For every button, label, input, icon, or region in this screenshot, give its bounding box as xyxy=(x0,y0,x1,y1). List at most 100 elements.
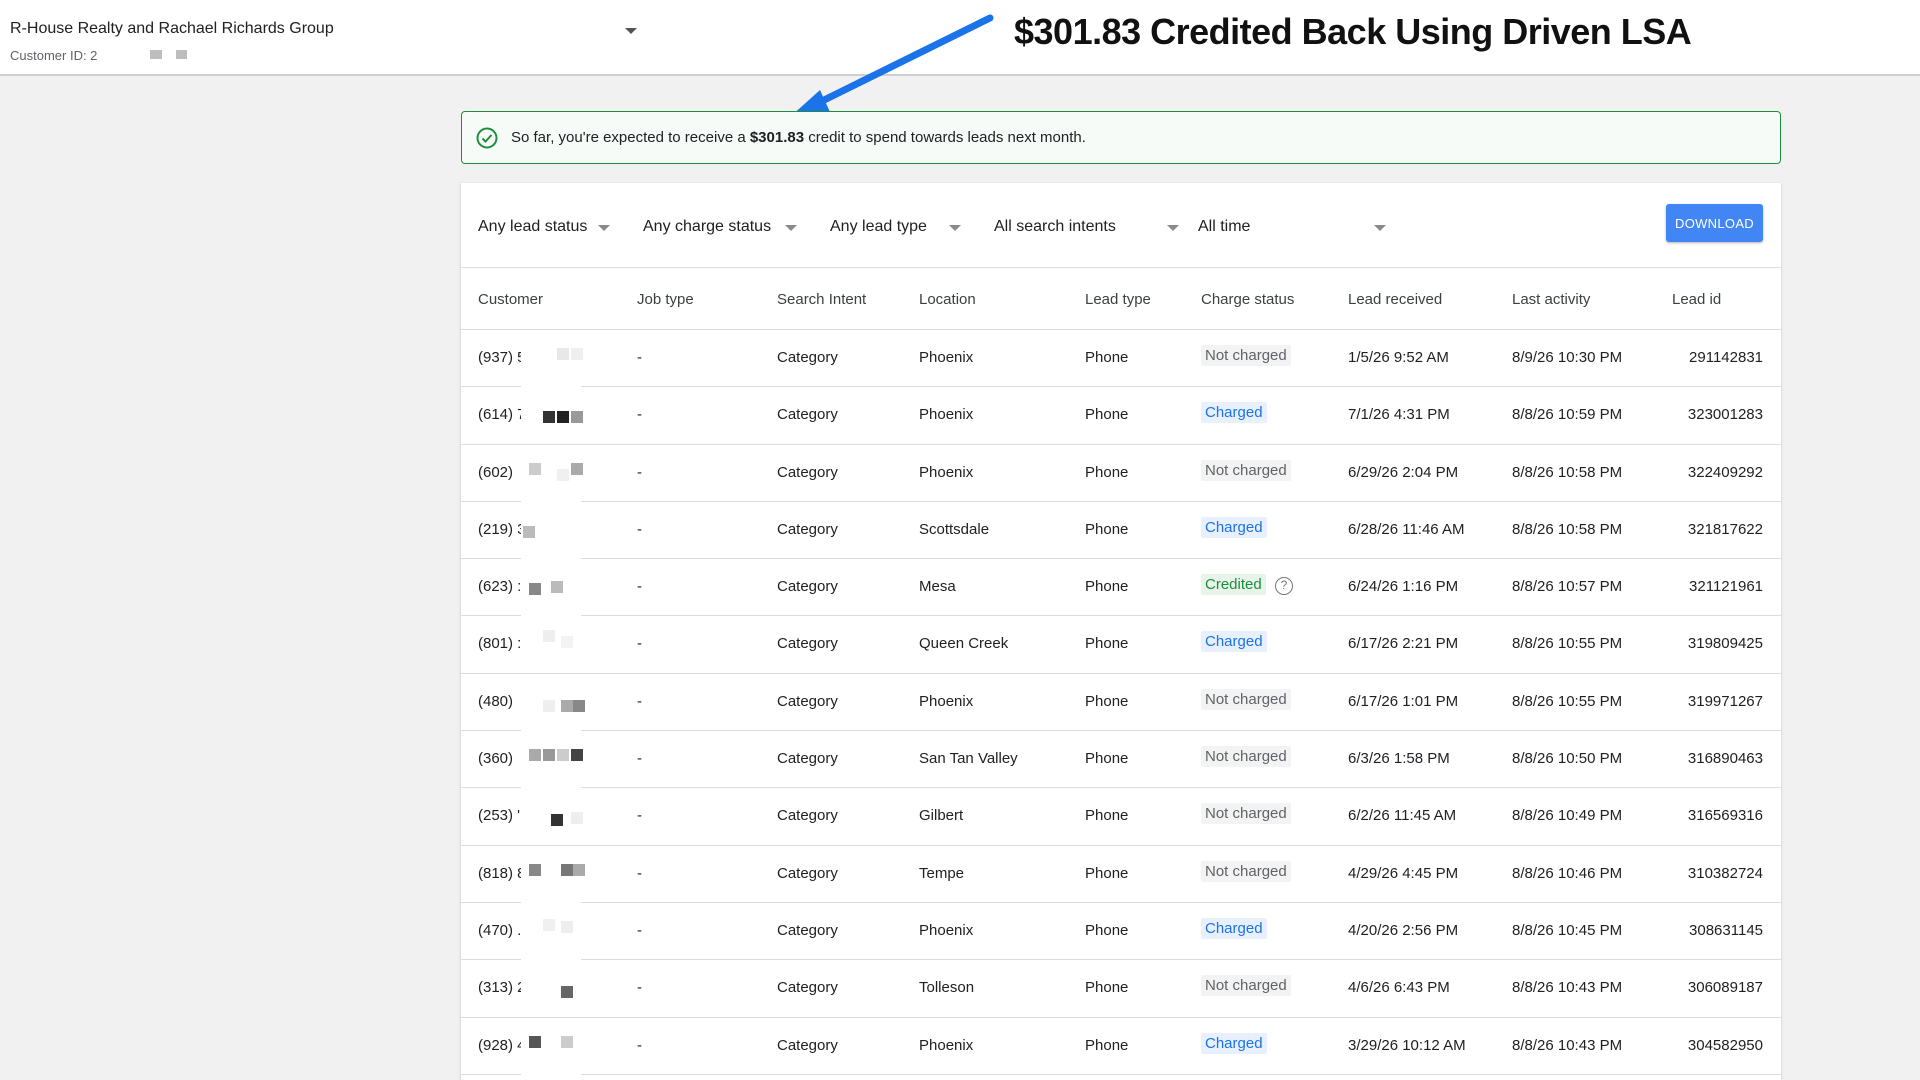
table-row[interactable]: (801) : - Category Queen Creek Phone 6/17/26 … xyxy=(461,616,1781,674)
lead-received-cell: 3/29/26 10:12 AM xyxy=(1348,1036,1466,1054)
last-activity-cell: 8/9/26 10:30 PM xyxy=(1512,349,1623,366)
job-type-cell: - xyxy=(637,692,642,710)
column-header-customer[interactable]: Customer xyxy=(478,291,543,308)
location-cell: Phoenix xyxy=(919,921,974,939)
lead-id-cell: 310382724 xyxy=(1687,864,1763,882)
column-header-last-activity[interactable]: Last activity xyxy=(1512,291,1590,308)
lead-id-cell: 304582950 xyxy=(1687,1036,1763,1054)
lead-received-cell: 7/1/26 4:31 PM xyxy=(1348,406,1450,424)
redaction-pixel xyxy=(561,636,573,649)
charge-status-filter[interactable]: Any charge status xyxy=(643,218,771,236)
chevron-down-icon[interactable] xyxy=(785,225,797,231)
lead-id-cell: 323001283 xyxy=(1687,406,1763,424)
lead-type-cell: Phone xyxy=(1085,520,1129,538)
table-row[interactable]: (602) - Category Phoenix Phone 6/29/26 2:04 P… xyxy=(461,444,1781,502)
customer-cell: (313) 2 xyxy=(478,979,526,997)
help-icon[interactable]: ? xyxy=(1275,577,1293,596)
search-intent-cell: Category xyxy=(777,463,838,481)
column-header-search-intent[interactable]: Search Intent xyxy=(777,291,866,308)
lead-id-cell: 321817622 xyxy=(1687,520,1763,538)
column-header-charge-status[interactable]: Charge status xyxy=(1201,291,1294,308)
column-header-location[interactable]: Location xyxy=(919,291,976,308)
redaction-pixel xyxy=(571,462,583,475)
lead-received-cell: 4/20/26 2:56 PM xyxy=(1348,921,1459,939)
redaction-pixel xyxy=(571,348,583,360)
lead-received-cell: 6/28/26 11:46 AM xyxy=(1348,520,1465,538)
charge-status-badge: Not charged xyxy=(1201,459,1291,481)
time-range-filter[interactable]: All time xyxy=(1198,218,1250,236)
redaction-pixel xyxy=(543,918,555,931)
lead-status-filter[interactable]: Any lead status xyxy=(478,218,587,236)
redaction-pixel xyxy=(551,581,563,594)
table-row[interactable]: (470) . - Category Phoenix Phone 4/20/26 2:56… xyxy=(461,902,1781,961)
job-type-cell: - xyxy=(637,979,642,997)
search-intent-cell: Category xyxy=(777,921,838,939)
column-header-lead-received[interactable]: Lead received xyxy=(1348,291,1442,308)
redaction-pixel xyxy=(529,863,541,876)
download-button[interactable]: DOWNLOAD xyxy=(1666,204,1763,242)
location-cell: Gilbert xyxy=(919,807,964,825)
job-type-cell: - xyxy=(637,1036,642,1054)
leads-card: Any lead status Any charge status Any le… xyxy=(461,183,1781,1080)
table-row[interactable]: (313) 2 - Category Tolleson Phone 4/6/26 6:43… xyxy=(461,960,1781,1018)
lead-type-cell: Phone xyxy=(1085,864,1129,882)
lead-received-cell: 1/5/26 9:52 AM xyxy=(1348,349,1449,366)
job-type-cell: - xyxy=(637,750,642,768)
table-row[interactable]: (360) - Category San Tan Valley Phone 6/3/26 … xyxy=(461,731,1781,789)
lead-type-cell: Phone xyxy=(1085,349,1129,366)
leads-table-body: (937) 5 - Category Phoenix Phone 1/5/26 9:52 … xyxy=(461,330,1781,1075)
column-header-lead-id[interactable]: Lead id xyxy=(1672,291,1721,308)
redaction-pixel xyxy=(561,1035,573,1048)
job-type-cell: - xyxy=(637,864,642,882)
redaction-pixel xyxy=(529,1035,541,1048)
lead-type-cell: Phone xyxy=(1085,635,1129,653)
table-row[interactable]: (818) 8 - Category Tempe Phone 4/29/26 4:45 P… xyxy=(461,845,1781,903)
lead-id-cell: 321121961 xyxy=(1689,578,1763,596)
customer-cell: (623) : xyxy=(478,578,522,596)
customer-id: Customer ID: 2 xyxy=(10,48,98,63)
search-intent-filter[interactable]: All search intents xyxy=(994,218,1116,236)
redaction-pixel xyxy=(543,699,555,712)
location-cell: Phoenix xyxy=(919,349,974,366)
table-row[interactable]: (937) 5 - Category Phoenix Phone 1/5/26 9:52 … xyxy=(461,330,1781,388)
location-cell: Scottsdale xyxy=(919,520,990,538)
table-row[interactable]: (614) 7 - Category Phoenix Phone 7/1/26 4:31 … xyxy=(461,387,1781,445)
redaction-pixel xyxy=(529,583,541,596)
last-activity-cell: 8/8/26 10:45 PM xyxy=(1512,921,1623,939)
table-row[interactable]: (928) 4 - Category Phoenix Phone 3/29/26 10:1… xyxy=(461,1017,1781,1075)
lead-type-filter[interactable]: Any lead type xyxy=(830,218,927,236)
lead-id-cell: 316569316 xyxy=(1687,807,1763,825)
customer-cell: (614) 7 xyxy=(478,406,526,424)
lead-received-cell: 6/2/26 11:45 AM xyxy=(1348,807,1457,825)
search-intent-cell: Category xyxy=(777,578,838,596)
table-row[interactable]: (623) : - Category Mesa Phone 6/24/26 1:16 PM… xyxy=(461,559,1781,617)
charge-status-badge: Not charged xyxy=(1201,345,1291,366)
chevron-down-icon[interactable] xyxy=(1167,225,1179,231)
lead-type-cell: Phone xyxy=(1085,750,1129,768)
location-cell: Queen Creek xyxy=(919,635,1009,653)
location-cell: Tempe xyxy=(919,864,965,882)
last-activity-cell: 8/8/26 10:43 PM xyxy=(1512,1036,1623,1054)
search-intent-cell: Category xyxy=(777,750,838,768)
charge-status-badge: Not charged xyxy=(1201,975,1291,997)
charge-status-badge: Charged xyxy=(1201,1032,1267,1054)
column-header-job-type[interactable]: Job type xyxy=(637,291,694,308)
chevron-down-icon[interactable] xyxy=(1374,225,1386,231)
charge-status-badge: Credited xyxy=(1201,574,1266,596)
column-header-lead-type[interactable]: Lead type xyxy=(1085,291,1151,308)
table-row[interactable]: (480) - Category Phoenix Phone 6/17/26 1:01 P… xyxy=(461,673,1781,732)
last-activity-cell: 8/8/26 10:49 PM xyxy=(1512,807,1623,825)
search-intent-cell: Category xyxy=(777,864,838,882)
chevron-down-icon[interactable] xyxy=(598,225,610,231)
table-row[interactable]: (253) ' - Category Gilbert Phone 6/2/26 11:45… xyxy=(461,788,1781,846)
lead-received-cell: 4/29/26 4:45 PM xyxy=(1348,864,1459,882)
table-row[interactable]: (219) 3 - Category Scottsdale Phone 6/28/26 1… xyxy=(461,501,1781,560)
lead-id-cell: 306089187 xyxy=(1687,979,1763,997)
redaction-pixel xyxy=(543,630,555,643)
redaction-pixel xyxy=(573,863,585,876)
customer-cell: (818) 8 xyxy=(478,864,526,882)
lead-id-cell: 319809425 xyxy=(1687,635,1763,653)
chevron-down-icon[interactable] xyxy=(949,225,961,231)
lead-type-cell: Phone xyxy=(1085,692,1129,710)
account-dropdown-chevron-icon[interactable] xyxy=(625,28,637,34)
